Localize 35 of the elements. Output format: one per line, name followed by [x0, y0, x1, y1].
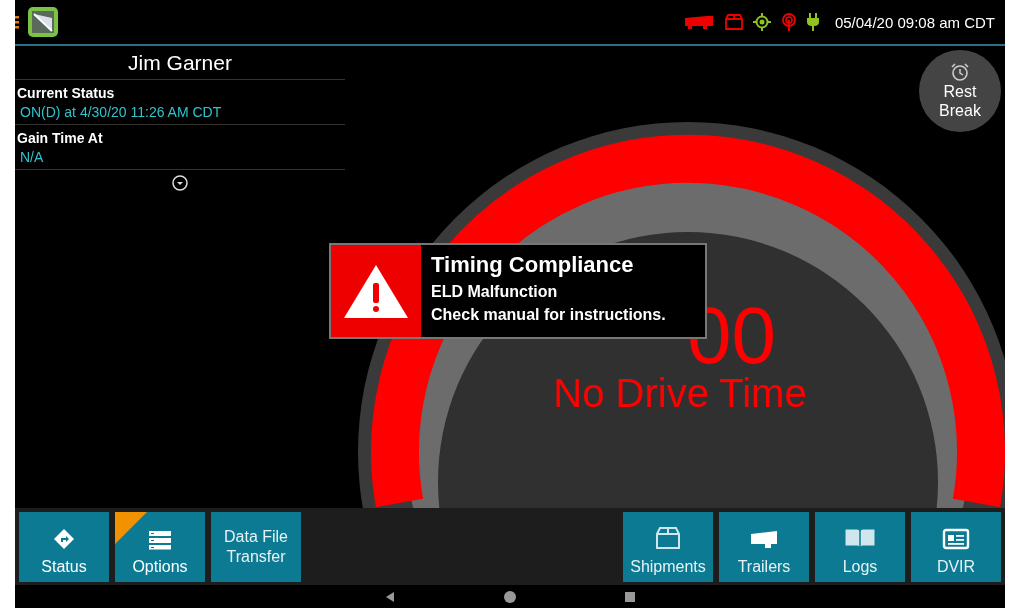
plug-icon — [806, 13, 819, 31]
back-icon[interactable] — [385, 591, 395, 602]
box-icon — [724, 14, 743, 30]
box-icon — [655, 525, 681, 550]
alarm-clock-icon — [950, 62, 970, 82]
direction-sign-icon — [53, 527, 75, 550]
field-value: ON(D) at 4/30/20 11:26 AM CDT — [19, 104, 223, 120]
warning-icon — [343, 263, 409, 319]
home-icon[interactable] — [503, 589, 517, 604]
document-icon — [942, 527, 970, 550]
app-logo-icon[interactable] — [27, 6, 59, 38]
logs-button[interactable]: Logs — [815, 511, 905, 582]
signal-icon — [780, 13, 797, 31]
alert-message: ELD Malfunction — [431, 283, 559, 301]
shipments-button[interactable]: Shipments — [623, 511, 713, 582]
recents-icon[interactable] — [625, 591, 635, 602]
expand-icon[interactable] — [172, 175, 188, 191]
alert-title: Timing Compliance — [431, 252, 635, 278]
menu-icon[interactable] — [15, 15, 19, 29]
field-label: Current Status — [17, 85, 116, 101]
field-value: N/A — [19, 149, 45, 165]
gps-target-icon — [752, 13, 771, 31]
field-label: Gain Time At — [17, 130, 104, 146]
alert-hint: Check manual for instructions. — [431, 306, 666, 324]
dvir-button[interactable]: DVIR — [911, 511, 1001, 582]
truck-icon — [682, 14, 715, 30]
gauge-caption: No Drive Time — [552, 371, 808, 416]
status-button[interactable]: Status — [19, 511, 109, 582]
trailers-button[interactable]: Trailers — [719, 511, 809, 582]
list-icon — [148, 529, 172, 550]
data-transfer-button[interactable]: Data File Transfer — [211, 511, 301, 582]
options-button[interactable]: Options — [115, 511, 205, 582]
rest-break-button[interactable]: Rest Break — [919, 50, 1001, 132]
date-time: 05/04/20 09:08 am CDT — [834, 13, 995, 31]
driver-name: Jim Garner — [15, 46, 345, 80]
